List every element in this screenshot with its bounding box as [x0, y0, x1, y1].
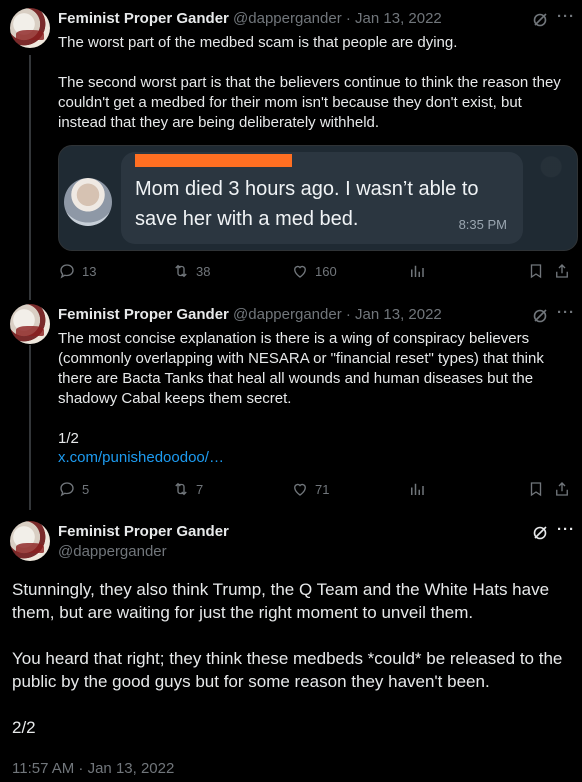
avatar[interactable]: [10, 521, 50, 561]
repost-icon: [175, 482, 187, 496]
reply-icon: [60, 482, 74, 497]
author-name[interactable]: Feminist Proper Gander: [58, 523, 229, 540]
repost-count: 38: [196, 263, 211, 279]
share-icon: [556, 264, 568, 278]
share-button[interactable]: [553, 480, 571, 498]
author-handle[interactable]: @dappergander: [58, 543, 167, 560]
tweet-text: The most concise explanation is there is…: [58, 330, 544, 447]
reply-count: 13: [82, 263, 97, 279]
tweet-link[interactable]: x.com/punishedoodoo/…: [58, 448, 573, 468]
tweet[interactable]: Feminist Proper Gander @dappergander · J…: [0, 295, 582, 510]
bookmark-icon: [530, 264, 542, 279]
tweet-date[interactable]: Jan 13, 2022: [355, 306, 442, 323]
repost-icon: [175, 264, 187, 278]
share-icon: [556, 482, 568, 496]
tweet-text: The worst part of the medbed scam is tha…: [58, 34, 561, 131]
like-button[interactable]: 71: [291, 480, 329, 498]
tweet-date[interactable]: Jan 13, 2022: [355, 10, 442, 27]
main-tweet-text: Stunningly, they also think Trump, the Q…: [12, 580, 563, 737]
tweet-media[interactable]: Mom died 3 hours ago. I wasn’t able to s…: [58, 145, 578, 251]
tweet-actions: 5 7 71: [58, 480, 573, 500]
author-handle[interactable]: @dappergander: [233, 10, 342, 27]
tweet-actions: 13 38 160: [58, 262, 573, 282]
like-count: 160: [315, 263, 337, 279]
repost-button[interactable]: 38: [172, 262, 210, 280]
avatar[interactable]: [10, 304, 50, 344]
reply-icon: [60, 264, 74, 279]
bookmark-button[interactable]: [527, 262, 545, 280]
separator: ·: [345, 306, 351, 323]
grok-icon[interactable]: [532, 308, 548, 324]
grok-icon[interactable]: [532, 525, 548, 541]
tweet-header: Feminist Proper Gander @dappergander · J…: [58, 10, 442, 27]
more-icon[interactable]: ···: [557, 521, 575, 538]
tweet-timestamp[interactable]: 11:57 AM · Jan 13, 2022: [12, 760, 174, 777]
grok-icon[interactable]: [532, 12, 548, 28]
author-handle[interactable]: @dappergander: [233, 306, 342, 323]
views-button[interactable]: [408, 480, 426, 498]
repost-button[interactable]: 7: [172, 480, 203, 498]
repost-count: 7: [196, 481, 204, 497]
share-button[interactable]: [553, 262, 571, 280]
reply-count: 5: [82, 481, 90, 497]
chat-avatar: [64, 178, 112, 226]
tweet[interactable]: Feminist Proper Gander @dappergander · J…: [0, 0, 582, 295]
bookmark-icon: [530, 482, 542, 497]
separator: ·: [345, 10, 351, 27]
views-button[interactable]: [408, 262, 426, 280]
reply-button[interactable]: 5: [58, 480, 89, 498]
redaction-bar: [135, 154, 292, 167]
bookmark-button[interactable]: [527, 480, 545, 498]
avatar[interactable]: [10, 8, 50, 48]
like-icon: [294, 265, 306, 278]
more-icon[interactable]: ···: [557, 304, 575, 321]
like-button[interactable]: 160: [291, 262, 337, 280]
views-icon: [411, 265, 424, 277]
more-icon[interactable]: ···: [557, 8, 575, 25]
views-icon: [411, 483, 424, 495]
author-name[interactable]: Feminist Proper Gander: [58, 10, 229, 27]
reply-button[interactable]: 13: [58, 262, 96, 280]
like-icon: [294, 483, 306, 496]
chat-bubble: Mom died 3 hours ago. I wasn’t able to s…: [121, 152, 523, 244]
like-count: 71: [315, 481, 330, 497]
tweet-header: Feminist Proper Gander @dappergander · J…: [58, 306, 442, 323]
author-name[interactable]: Feminist Proper Gander: [58, 306, 229, 323]
chat-time: 8:35 PM: [458, 217, 507, 232]
